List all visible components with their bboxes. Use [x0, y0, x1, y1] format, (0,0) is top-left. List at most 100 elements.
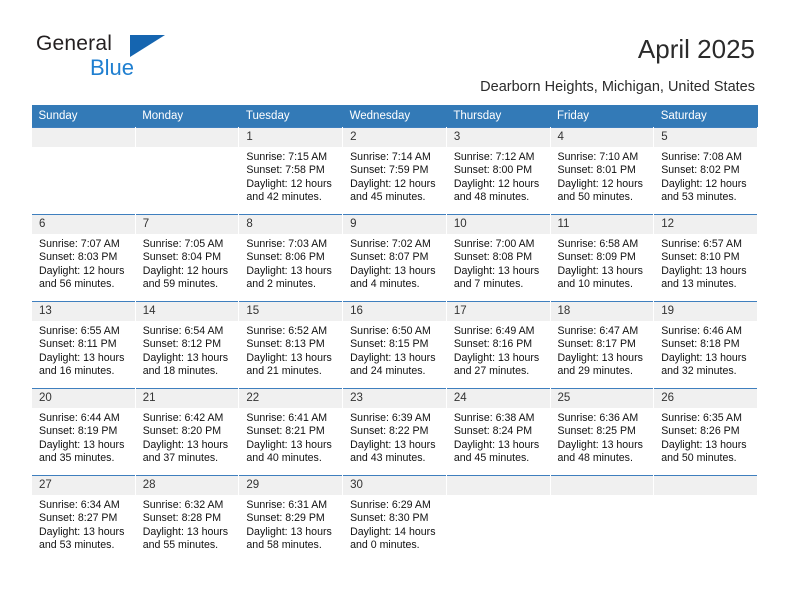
calendar-day-cell[interactable]: 17 Sunrise: 6:49 AM Sunset: 8:16 PM Dayligh…	[445, 301, 551, 389]
day-details: Sunrise: 6:46 AM Sunset: 8:18 PM Daylight:…	[654, 321, 757, 379]
day-number: 10	[446, 215, 550, 234]
calendar-day-cell[interactable]: 2 Sunrise: 7:14 AM Sunset: 7:59 PM Daylight…	[342, 127, 447, 215]
day-number: 13	[32, 302, 135, 321]
calendar-day-cell[interactable]: 30 Sunrise: 6:29 AM Sunset: 8:30 PM Dayligh…	[342, 475, 447, 562]
page-header: General Blue April 2025 Dearborn Heights…	[0, 0, 792, 100]
day-number	[446, 476, 550, 495]
sunset-text: Sunset: 8:12 PM	[142, 338, 222, 351]
page-title: April 2025	[637, 34, 755, 64]
sunset-text: Sunset: 8:00 PM	[453, 164, 533, 177]
day-number: 14	[135, 302, 239, 321]
day-number: 1	[239, 128, 343, 147]
calendar-day-cell[interactable]: 4 Sunrise: 7:10 AM Sunset: 8:01 PM Daylight…	[549, 127, 655, 215]
sunset-text: Sunset: 8:20 PM	[142, 425, 222, 438]
weekday-header: Sunday Monday Tuesday Wednesday Thursday Frid…	[31, 105, 758, 128]
sunset-text: Sunset: 8:21 PM	[246, 425, 325, 438]
daylight-text: Daylight: 13 hours and 21 minutes.	[246, 351, 332, 378]
weekday-header-thursday: Thursday	[446, 105, 551, 128]
daylight-text: Daylight: 13 hours and 16 minutes.	[39, 351, 125, 378]
calendar-day-cell[interactable]: 11 Sunrise: 6:58 AM Sunset: 8:09 PM Dayligh…	[549, 214, 655, 302]
calendar-day-cell[interactable]: 1 Sunrise: 7:15 AM Sunset: 7:58 PM Daylight…	[238, 127, 344, 215]
daylight-text: Daylight: 13 hours and 37 minutes.	[142, 438, 229, 465]
calendar-day-cell[interactable]: 20 Sunrise: 6:44 AM Sunset: 8:19 PM Dayligh…	[31, 388, 136, 476]
day-number: 3	[446, 128, 550, 147]
daylight-text: Daylight: 13 hours and 58 minutes.	[246, 525, 332, 552]
calendar-day-cell[interactable]: 19 Sunrise: 6:46 AM Sunset: 8:18 PM Dayligh…	[653, 301, 758, 389]
calendar-day-cell[interactable]: 16 Sunrise: 6:50 AM Sunset: 8:15 PM Dayligh…	[342, 301, 447, 389]
calendar-day-cell[interactable]: 18 Sunrise: 6:47 AM Sunset: 8:17 PM Dayligh…	[549, 301, 655, 389]
sunset-text: Sunset: 7:58 PM	[246, 164, 325, 177]
day-details: Sunrise: 6:47 AM Sunset: 8:17 PM Daylight:…	[551, 321, 654, 379]
calendar-day-cell[interactable]: 5 Sunrise: 7:08 AM Sunset: 8:02 PM Daylight…	[653, 127, 758, 215]
day-details: Sunrise: 6:44 AM Sunset: 8:19 PM Daylight:…	[32, 408, 135, 466]
general-blue-logo[interactable]: General Blue	[36, 32, 256, 84]
calendar-day-cell[interactable]: 21 Sunrise: 6:42 AM Sunset: 8:20 PM Dayligh…	[134, 388, 240, 476]
day-number: 23	[343, 389, 446, 408]
day-details: Sunrise: 6:35 AM Sunset: 8:26 PM Daylight:…	[654, 408, 757, 466]
sunset-text: Sunset: 8:22 PM	[350, 425, 429, 438]
calendar-day-cell[interactable]: 22 Sunrise: 6:41 AM Sunset: 8:21 PM Dayligh…	[238, 388, 344, 476]
daylight-text: Daylight: 12 hours and 59 minutes.	[142, 264, 229, 291]
day-number: 29	[239, 476, 343, 495]
sunrise-text: Sunrise: 6:36 AM	[557, 412, 639, 424]
sunrise-text: Sunrise: 7:14 AM	[350, 151, 431, 163]
sunset-text: Sunset: 8:27 PM	[39, 512, 118, 525]
sunrise-text: Sunrise: 7:02 AM	[350, 238, 431, 250]
calendar-day-cell[interactable]: 10 Sunrise: 7:00 AM Sunset: 8:08 PM Dayligh…	[445, 214, 551, 302]
calendar-day-cell[interactable]: 15 Sunrise: 6:52 AM Sunset: 8:13 PM Dayligh…	[238, 301, 344, 389]
sunrise-text: Sunrise: 6:34 AM	[39, 499, 120, 511]
day-number: 15	[239, 302, 343, 321]
calendar-cell-empty	[445, 475, 551, 562]
calendar-cell-empty	[134, 127, 240, 215]
day-details: Sunrise: 7:05 AM Sunset: 8:04 PM Daylight:…	[136, 234, 239, 292]
calendar-day-cell[interactable]: 23 Sunrise: 6:39 AM Sunset: 8:22 PM Dayligh…	[342, 388, 447, 476]
day-details: Sunrise: 7:14 AM Sunset: 7:59 PM Daylight:…	[343, 147, 446, 205]
sunrise-text: Sunrise: 6:47 AM	[557, 325, 639, 337]
sunset-text: Sunset: 8:10 PM	[661, 251, 740, 264]
daylight-text: Daylight: 13 hours and 27 minutes.	[453, 351, 540, 378]
day-number: 16	[343, 302, 446, 321]
daylight-text: Daylight: 13 hours and 29 minutes.	[557, 351, 643, 378]
calendar-day-cell[interactable]: 27 Sunrise: 6:34 AM Sunset: 8:27 PM Dayligh…	[31, 475, 136, 562]
calendar-day-cell[interactable]: 9 Sunrise: 7:02 AM Sunset: 8:07 PM Daylight…	[342, 214, 447, 302]
calendar-day-cell[interactable]: 8 Sunrise: 7:03 AM Sunset: 8:06 PM Daylight…	[238, 214, 344, 302]
sunset-text: Sunset: 8:26 PM	[661, 425, 740, 438]
sunset-text: Sunset: 8:16 PM	[453, 338, 533, 351]
day-details: Sunrise: 6:57 AM Sunset: 8:10 PM Daylight:…	[654, 234, 757, 292]
day-number: 12	[654, 215, 757, 234]
calendar-day-cell[interactable]: 12 Sunrise: 6:57 AM Sunset: 8:10 PM Dayligh…	[653, 214, 758, 302]
calendar-day-cell[interactable]: 6 Sunrise: 7:07 AM Sunset: 8:03 PM Daylight…	[31, 214, 136, 302]
calendar-day-cell[interactable]: 3 Sunrise: 7:12 AM Sunset: 8:00 PM Daylight…	[445, 127, 551, 215]
day-details: Sunrise: 6:41 AM Sunset: 8:21 PM Daylight:…	[239, 408, 342, 466]
day-number: 28	[135, 476, 239, 495]
calendar-day-cell[interactable]: 14 Sunrise: 6:54 AM Sunset: 8:12 PM Dayligh…	[134, 301, 240, 389]
day-details: Sunrise: 7:10 AM Sunset: 8:01 PM Daylight:…	[551, 147, 654, 205]
weekday-header-wednesday: Wednesday	[342, 105, 447, 128]
sunrise-text: Sunrise: 6:55 AM	[39, 325, 120, 337]
day-number: 9	[343, 215, 446, 234]
sunrise-text: Sunrise: 6:52 AM	[246, 325, 328, 337]
day-details: Sunrise: 6:52 AM Sunset: 8:13 PM Daylight:…	[239, 321, 342, 379]
calendar-day-cell[interactable]: 28 Sunrise: 6:32 AM Sunset: 8:28 PM Dayligh…	[134, 475, 240, 562]
day-number: 20	[32, 389, 135, 408]
daylight-text: Daylight: 13 hours and 43 minutes.	[350, 438, 436, 465]
calendar-day-cell[interactable]: 29 Sunrise: 6:31 AM Sunset: 8:29 PM Dayligh…	[238, 475, 344, 562]
day-number: 24	[446, 389, 550, 408]
calendar-day-cell[interactable]: 26 Sunrise: 6:35 AM Sunset: 8:26 PM Dayligh…	[653, 388, 758, 476]
day-number: 11	[550, 215, 654, 234]
calendar-day-cell[interactable]: 24 Sunrise: 6:38 AM Sunset: 8:24 PM Dayligh…	[445, 388, 551, 476]
day-number: 17	[446, 302, 550, 321]
sunrise-text: Sunrise: 6:41 AM	[246, 412, 328, 424]
day-number	[135, 128, 239, 147]
daylight-text: Daylight: 12 hours and 56 minutes.	[39, 264, 125, 291]
daylight-text: Daylight: 12 hours and 45 minutes.	[350, 177, 436, 204]
day-number: 21	[135, 389, 239, 408]
calendar-cell-empty	[549, 475, 655, 562]
day-details: Sunrise: 7:03 AM Sunset: 8:06 PM Daylight:…	[239, 234, 342, 292]
day-number: 4	[550, 128, 654, 147]
calendar-day-cell[interactable]: 25 Sunrise: 6:36 AM Sunset: 8:25 PM Dayligh…	[549, 388, 655, 476]
calendar-day-cell[interactable]: 7 Sunrise: 7:05 AM Sunset: 8:04 PM Daylight…	[134, 214, 240, 302]
daylight-text: Daylight: 13 hours and 13 minutes.	[661, 264, 747, 291]
day-details: Sunrise: 6:32 AM Sunset: 8:28 PM Daylight:…	[136, 495, 239, 553]
calendar-day-cell[interactable]: 13 Sunrise: 6:55 AM Sunset: 8:11 PM Dayligh…	[31, 301, 136, 389]
